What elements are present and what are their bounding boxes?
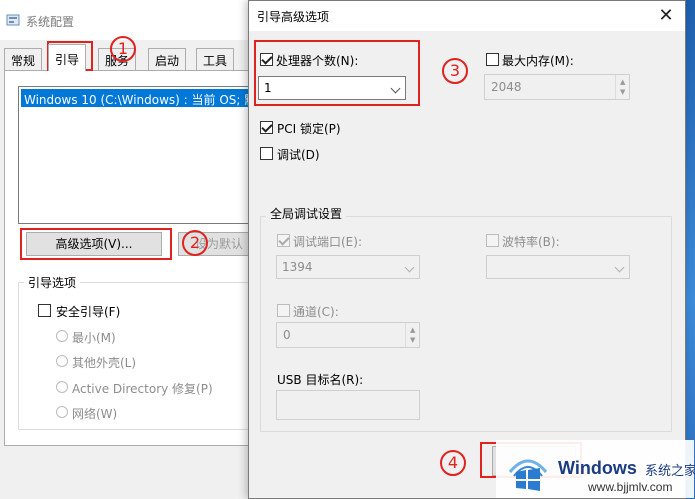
close-icon[interactable]: ✕ [653, 3, 679, 29]
annotation-step-2: 2 [182, 230, 208, 256]
radio-alternate-shell-label: 其他外壳(L) [72, 356, 137, 370]
baud-rate-select[interactable] [486, 255, 630, 279]
safe-boot-checkbox[interactable] [38, 304, 51, 317]
spin-down-icon: ▼ [410, 336, 416, 344]
radio-minimal[interactable] [56, 330, 68, 342]
global-debug-label: 全局调试设置 [266, 205, 347, 222]
radio-ad-repair-label: Active Directory 修复(P) [72, 382, 213, 396]
chevron-down-icon [404, 262, 415, 273]
safe-boot-label: 安全引导(F) [56, 305, 121, 319]
msconfig-title: 系统配置 [26, 15, 75, 29]
tab-tools[interactable]: 工具 [196, 48, 235, 70]
dialog-title: 引导高级选项 [257, 10, 330, 24]
max-memory-checkbox[interactable] [486, 53, 499, 66]
msconfig-titlebar: 系统配置 [0, 0, 270, 40]
channel-stepper[interactable]: ▲ ▼ [405, 323, 419, 347]
pci-lock-label: PCI 锁定(P) [277, 122, 341, 136]
debug-port-checkbox[interactable] [277, 234, 290, 247]
max-memory-label: 最大内存(M): [502, 54, 574, 68]
annotation-box-advanced [20, 228, 172, 260]
annotation-box-processors [254, 40, 420, 106]
channel-value: 0 [283, 328, 291, 342]
watermark-brand: Windows [558, 458, 637, 478]
tab-general[interactable]: 常规 [4, 48, 43, 70]
chevron-down-icon [614, 262, 625, 273]
channel-input[interactable]: 0 ▲ ▼ [276, 322, 420, 348]
channel-label: 通道(C): [293, 305, 339, 319]
annotation-step-1: 1 [110, 36, 136, 62]
dialog-titlebar: 引导高级选项 ✕ [249, 1, 685, 31]
radio-alternate-shell[interactable] [56, 355, 68, 367]
debug-port-value: 1394 [282, 260, 313, 274]
usb-target-input[interactable] [276, 390, 420, 420]
channel-checkbox[interactable] [277, 304, 290, 317]
annotation-step-4: 4 [440, 450, 466, 476]
spin-up-icon: ▲ [410, 326, 416, 334]
usb-target-label: USB 目标名(R): [277, 373, 364, 387]
debug-checkbox[interactable] [260, 147, 273, 160]
tab-startup[interactable]: 启动 [148, 48, 187, 70]
tab-boot[interactable]: 引导 [48, 44, 87, 71]
baud-rate-label: 波特率(B): [502, 235, 560, 249]
watermark: Windows 系统之家 www.bjjmlv.com [496, 440, 695, 498]
boot-options-label: 引导选项 [24, 274, 81, 291]
watermark-brand-suffix: 系统之家 [645, 464, 695, 479]
debug-label: 调试(D) [277, 148, 320, 162]
debug-port-label: 调试端口(E): [293, 235, 362, 249]
windows-logo-icon [508, 459, 548, 491]
debug-port-select[interactable]: 1394 [276, 255, 420, 279]
annotation-step-3: 3 [442, 58, 468, 84]
max-memory-input[interactable]: 2048 ▲ ▼ [484, 74, 630, 100]
watermark-url: www.bjjmlv.com [588, 480, 673, 494]
max-memory-stepper[interactable]: ▲ ▼ [615, 75, 629, 99]
desktop-background [686, 0, 695, 499]
radio-network[interactable] [56, 406, 68, 418]
max-memory-value: 2048 [491, 80, 522, 94]
radio-network-label: 网络(W) [72, 407, 118, 421]
pci-lock-checkbox[interactable] [260, 121, 273, 134]
radio-ad-repair[interactable] [56, 381, 68, 393]
baud-rate-checkbox[interactable] [486, 234, 499, 247]
os-list[interactable]: Windows 10 (C:\Windows) : 当前 OS; 默 [18, 86, 262, 224]
msconfig-app-icon [6, 14, 20, 26]
spin-down-icon: ▼ [620, 88, 626, 96]
spin-up-icon: ▲ [620, 78, 626, 86]
os-list-item[interactable]: Windows 10 (C:\Windows) : 当前 OS; 默 [21, 89, 261, 107]
radio-minimal-label: 最小(M) [72, 331, 116, 345]
